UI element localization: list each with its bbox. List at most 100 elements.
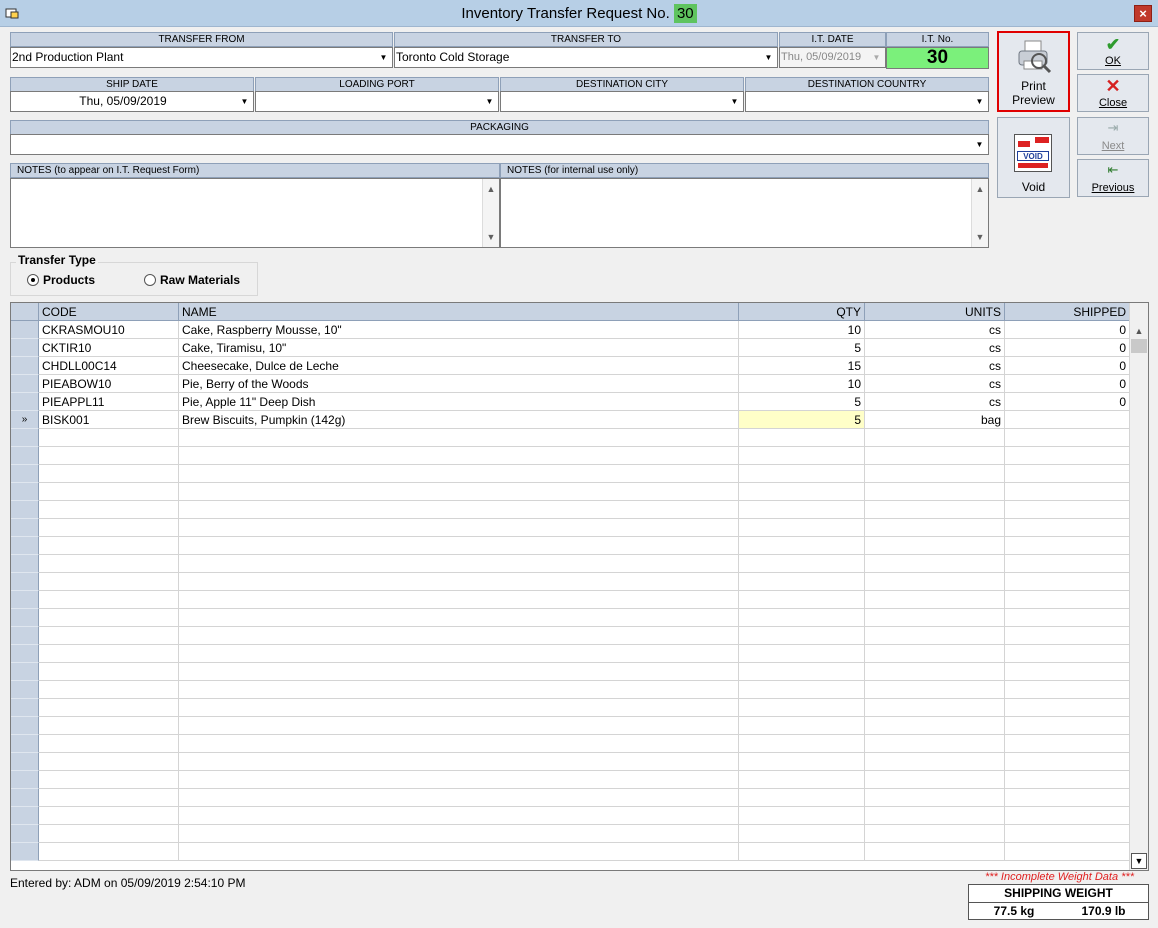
scroll-up-icon[interactable]: ▲ [1131, 322, 1147, 340]
empty-cell[interactable] [1005, 645, 1130, 663]
row-selector[interactable] [11, 771, 39, 789]
empty-cell[interactable] [739, 789, 865, 807]
empty-cell[interactable] [1005, 699, 1130, 717]
cell-shipped[interactable] [1005, 411, 1130, 429]
empty-cell[interactable] [39, 699, 179, 717]
dropdown-arrow-icon[interactable]: ▼ [972, 93, 987, 110]
empty-cell[interactable] [739, 807, 865, 825]
empty-cell[interactable] [739, 537, 865, 555]
empty-cell[interactable] [39, 717, 179, 735]
empty-cell[interactable] [39, 483, 179, 501]
empty-cell[interactable] [1005, 771, 1130, 789]
cell-qty[interactable]: 5 [739, 393, 865, 411]
empty-cell[interactable] [739, 483, 865, 501]
empty-cell[interactable] [39, 465, 179, 483]
empty-cell[interactable] [179, 501, 739, 519]
scroll-down-icon[interactable]: ▼ [1131, 853, 1147, 869]
print-preview-button[interactable]: Print Preview [997, 31, 1070, 112]
cell-qty[interactable]: 15 [739, 357, 865, 375]
window-close-button[interactable]: × [1134, 5, 1152, 22]
next-button[interactable]: ⇥ Next [1077, 117, 1149, 155]
empty-cell[interactable] [39, 609, 179, 627]
empty-cell[interactable] [865, 555, 1005, 573]
empty-cell[interactable] [739, 573, 865, 591]
row-selector[interactable] [11, 609, 39, 627]
radio-products[interactable] [27, 274, 39, 286]
empty-cell[interactable] [179, 483, 739, 501]
empty-cell[interactable] [179, 807, 739, 825]
notes-form-textarea[interactable]: ▲ ▼ [10, 178, 500, 248]
radio-products-label[interactable]: Products [43, 273, 95, 287]
row-selector[interactable] [11, 447, 39, 465]
row-selector[interactable] [11, 735, 39, 753]
empty-cell[interactable] [1005, 465, 1130, 483]
empty-cell[interactable] [1005, 447, 1130, 465]
row-selector[interactable] [11, 825, 39, 843]
empty-cell[interactable] [865, 789, 1005, 807]
col-header-qty[interactable]: QTY [739, 303, 865, 321]
scroll-down-icon[interactable]: ▼ [483, 229, 499, 245]
empty-cell[interactable] [179, 699, 739, 717]
empty-cell[interactable] [739, 609, 865, 627]
empty-cell[interactable] [1005, 627, 1130, 645]
empty-cell[interactable] [739, 753, 865, 771]
empty-cell[interactable] [739, 501, 865, 519]
cell-name[interactable]: Pie, Apple 11" Deep Dish [179, 393, 739, 411]
empty-cell[interactable] [179, 771, 739, 789]
cell-name[interactable]: Cake, Tiramisu, 10" [179, 339, 739, 357]
empty-cell[interactable] [1005, 501, 1130, 519]
empty-cell[interactable] [39, 807, 179, 825]
row-selector[interactable] [11, 807, 39, 825]
empty-cell[interactable] [179, 537, 739, 555]
empty-cell[interactable] [179, 825, 739, 843]
empty-cell[interactable] [865, 573, 1005, 591]
empty-cell[interactable] [865, 537, 1005, 555]
empty-cell[interactable] [39, 591, 179, 609]
empty-cell[interactable] [739, 429, 865, 447]
empty-cell[interactable] [1005, 573, 1130, 591]
col-header-shipped[interactable]: SHIPPED [1005, 303, 1130, 321]
row-selector[interactable] [11, 375, 39, 393]
empty-cell[interactable] [39, 735, 179, 753]
empty-cell[interactable] [1005, 483, 1130, 501]
empty-cell[interactable] [39, 771, 179, 789]
empty-cell[interactable] [865, 663, 1005, 681]
empty-cell[interactable] [179, 735, 739, 753]
row-selector[interactable] [11, 357, 39, 375]
empty-cell[interactable] [739, 735, 865, 753]
empty-cell[interactable] [865, 645, 1005, 663]
empty-cell[interactable] [865, 717, 1005, 735]
empty-cell[interactable] [179, 465, 739, 483]
empty-cell[interactable] [865, 519, 1005, 537]
empty-cell[interactable] [179, 429, 739, 447]
row-selector[interactable] [11, 573, 39, 591]
dropdown-arrow-icon[interactable]: ▼ [482, 93, 497, 110]
row-selector[interactable] [11, 339, 39, 357]
row-selector[interactable] [11, 393, 39, 411]
empty-cell[interactable] [39, 663, 179, 681]
cell-shipped[interactable]: 0 [1005, 375, 1130, 393]
cell-units[interactable]: cs [865, 393, 1005, 411]
cell-name[interactable]: Brew Biscuits, Pumpkin (142g) [179, 411, 739, 429]
empty-cell[interactable] [865, 609, 1005, 627]
cell-shipped[interactable]: 0 [1005, 321, 1130, 339]
notes-internal-textarea[interactable]: ▲ ▼ [500, 178, 989, 248]
empty-cell[interactable] [739, 555, 865, 573]
row-selector[interactable] [11, 681, 39, 699]
items-grid[interactable]: CODE NAME QTY UNITS SHIPPED CKRASMOU10 Ca… [10, 302, 1149, 871]
empty-cell[interactable] [739, 591, 865, 609]
empty-cell[interactable] [739, 717, 865, 735]
row-selector[interactable] [11, 483, 39, 501]
notes-internal-scrollbar[interactable]: ▲ ▼ [971, 179, 988, 247]
empty-cell[interactable] [39, 537, 179, 555]
cell-qty[interactable]: 5 [739, 339, 865, 357]
empty-cell[interactable] [739, 645, 865, 663]
cell-code[interactable]: CHDLL00C14 [39, 357, 179, 375]
empty-cell[interactable] [39, 789, 179, 807]
previous-button[interactable]: ⇤ Previous [1077, 159, 1149, 197]
empty-cell[interactable] [39, 429, 179, 447]
cell-code[interactable]: CKRASMOU10 [39, 321, 179, 339]
empty-cell[interactable] [39, 681, 179, 699]
destination-country-combo[interactable]: ▼ [745, 91, 989, 112]
row-selector[interactable] [11, 627, 39, 645]
